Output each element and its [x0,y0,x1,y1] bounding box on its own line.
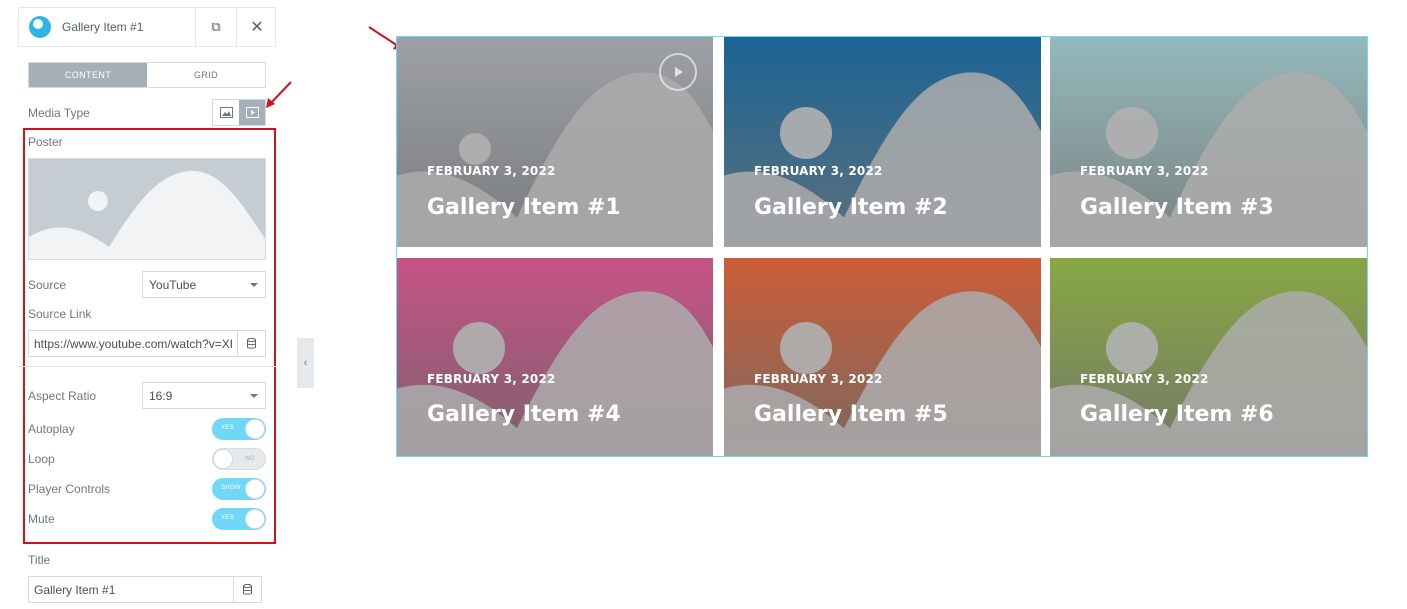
toggle-knob [245,419,265,439]
play-button-icon[interactable] [659,53,697,91]
gallery-grid: FEBRUARY 3, 2022 Gallery Item #1 FEBRUARY … [396,36,1368,457]
source-link-label: Source Link [28,307,92,321]
player-controls-toggle[interactable]: SHOW [212,478,266,500]
autoplay-toggle[interactable]: YES [212,418,266,440]
gallery-item-date: FEBRUARY 3, 2022 [754,372,883,386]
gallery-item-date: FEBRUARY 3, 2022 [427,164,556,178]
media-type-choices [212,99,266,126]
gallery-item-title: Gallery Item #5 [754,402,948,427]
gallery-item-title: Gallery Item #1 [427,195,621,220]
autoplay-label: Autoplay [28,422,75,436]
autoplay-state: YES [221,425,234,431]
duplicate-icon[interactable]: ⧉ [195,7,237,47]
dynamic-tags-icon[interactable] [237,331,265,356]
tab-content[interactable]: CONTENT [29,63,147,87]
image-icon [219,107,233,118]
gallery-item-card[interactable]: FEBRUARY 3, 2022 Gallery Item #1 [397,37,713,247]
panel-inner: Gallery Item #1 ⧉ ✕ CONTENT GRID Media T… [18,0,276,609]
loop-label: Loop [28,452,55,466]
media-type-image-button[interactable] [213,100,239,125]
panel-header: Gallery Item #1 ⧉ ✕ [18,7,276,47]
annotation-arrow-icon [266,81,292,108]
gallery-item-card[interactable]: FEBRUARY 3, 2022 Gallery Item #6 [1050,258,1367,456]
gallery-item-card[interactable]: FEBRUARY 3, 2022 Gallery Item #3 [1050,37,1367,247]
poster-image-picker[interactable] [28,158,266,260]
toggle-knob [245,479,265,499]
gallery-item-title: Gallery Item #4 [427,402,621,427]
loop-state: NO [245,456,255,462]
player-controls-label: Player Controls [28,482,111,496]
source-select[interactable]: YouTube [142,271,266,298]
loop-toggle[interactable]: NO [212,448,266,470]
mute-state: YES [221,515,234,521]
source-link-input[interactable]: https://www.youtube.com/watch?v=XHOmBV4j… [28,330,266,357]
mute-toggle[interactable]: YES [212,508,266,530]
tab-grid[interactable]: GRID [147,63,265,87]
gallery-item-card[interactable]: FEBRUARY 3, 2022 Gallery Item #5 [724,258,1041,456]
gallery-item-title: Gallery Item #6 [1080,402,1274,427]
gallery-item-card[interactable]: FEBRUARY 3, 2022 Gallery Item #2 [724,37,1041,247]
dynamic-tags-icon[interactable] [233,577,261,602]
divider [18,366,276,367]
gallery-item-date: FEBRUARY 3, 2022 [1080,372,1209,386]
editor-panel: Gallery Item #1 ⧉ ✕ CONTENT GRID Media T… [0,0,298,609]
gallery-item-date: FEBRUARY 3, 2022 [427,372,556,386]
title-label: Title [28,553,51,567]
title-input[interactable]: Gallery Item #1 [28,576,262,603]
poster-label: Poster [28,135,63,149]
aspect-ratio-select[interactable]: 16:9 [142,382,266,409]
toggle-knob [245,509,265,529]
poster-placeholder-image [29,159,265,259]
gallery-item-title: Gallery Item #2 [754,195,948,220]
video-icon [245,107,259,118]
aspect-ratio-label: Aspect Ratio [28,389,97,403]
media-type-label: Media Type [28,106,90,120]
close-icon[interactable]: ✕ [237,7,277,47]
title-value: Gallery Item #1 [34,583,116,597]
gallery-item-date: FEBRUARY 3, 2022 [1080,164,1209,178]
gallery-item-title: Gallery Item #3 [1080,195,1274,220]
panel-collapse-button[interactable]: ‹ [297,338,314,388]
widget-logo-icon [29,16,51,38]
source-link-value: https://www.youtube.com/watch?v=XHOmBV4j… [34,337,232,351]
source-label: Source [28,278,67,292]
mute-label: Mute [28,512,55,526]
panel-title: Gallery Item #1 [62,20,144,34]
gallery-item-date: FEBRUARY 3, 2022 [754,164,883,178]
toggle-knob [213,449,233,469]
gallery-item-card[interactable]: FEBRUARY 3, 2022 Gallery Item #4 [397,258,713,456]
player-controls-state: SHOW [221,485,241,491]
panel-tabs: CONTENT GRID [28,62,266,88]
